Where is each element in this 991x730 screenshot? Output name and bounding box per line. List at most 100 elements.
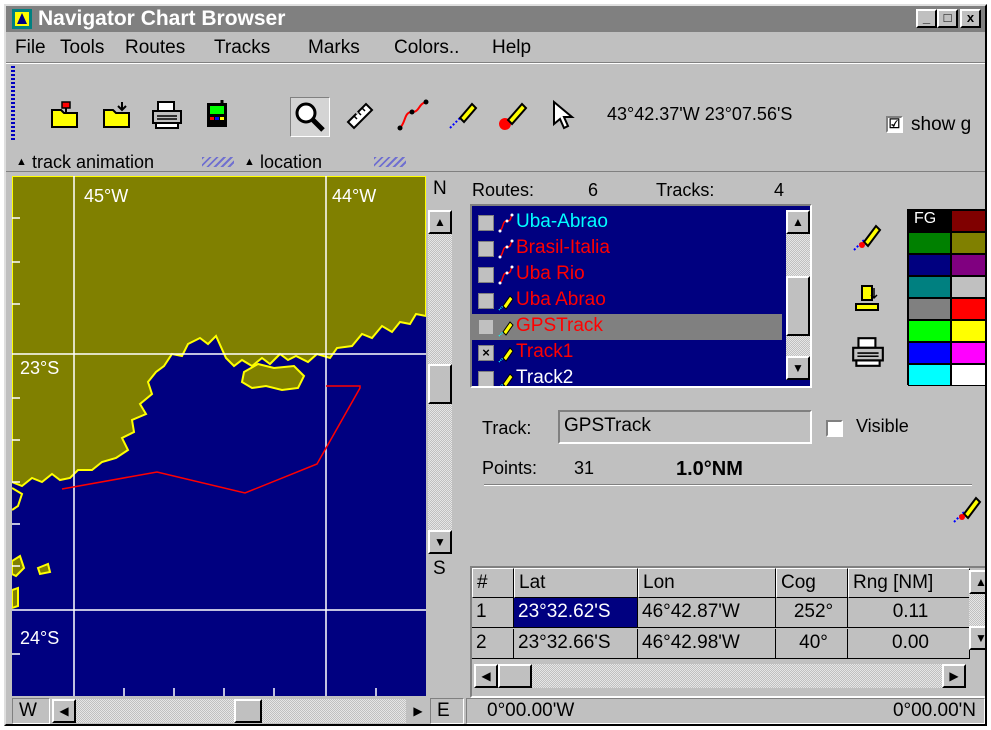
color-swatch[interactable] xyxy=(951,210,985,232)
print-icon[interactable] xyxy=(150,98,184,132)
title-bar[interactable]: Navigator Chart Browser _ □ x xyxy=(6,6,985,32)
table-cell[interactable]: 1 xyxy=(472,598,514,628)
edit-track-pen-icon[interactable] xyxy=(950,492,984,526)
column-header[interactable]: Lon xyxy=(638,568,776,598)
list-item[interactable]: Uba Abrao xyxy=(472,288,782,314)
track-points-table[interactable]: # Lat Lon Cog Rng [NM] 1 23°32.62'S 46°42.87'W 2… xyxy=(470,566,985,698)
menu-routes[interactable]: Routes xyxy=(125,37,185,59)
route-tool-icon[interactable] xyxy=(396,98,430,132)
ruler-measure-icon[interactable] xyxy=(344,98,378,132)
column-header[interactable]: Cog xyxy=(776,568,848,598)
list-item[interactable]: GPSTrack xyxy=(472,314,782,340)
table-scroll-up-button[interactable]: ▲ xyxy=(969,570,985,594)
band-location[interactable]: location xyxy=(260,152,322,173)
color-swatch[interactable] xyxy=(908,298,951,320)
item-visibility-checkbox[interactable] xyxy=(478,371,494,386)
gps-device-icon[interactable] xyxy=(200,98,234,132)
table-cell[interactable]: 46°42.98'W xyxy=(638,629,776,659)
list-item[interactable]: Track2 xyxy=(472,366,782,386)
menu-help[interactable]: Help xyxy=(492,37,531,59)
column-header[interactable]: # xyxy=(472,568,514,598)
color-swatch[interactable] xyxy=(951,342,985,364)
chart-map[interactable]: 45°W 44°W 23°S 24°S xyxy=(12,176,426,696)
minimize-button[interactable]: _ xyxy=(916,9,937,28)
table-cell[interactable]: 23°32.62'S xyxy=(514,598,638,628)
color-swatch[interactable] xyxy=(908,342,951,364)
status-bar: W ◀ ▶ E 0°00.00'W 0°00.00'N xyxy=(6,698,985,724)
list-item[interactable]: Uba-Abrao xyxy=(472,210,782,236)
menu-file[interactable]: File xyxy=(15,37,46,59)
expand-triangle-icon[interactable]: ▲ xyxy=(16,156,27,168)
band-track-animation[interactable]: track animation xyxy=(32,152,154,173)
chart-canvas[interactable] xyxy=(12,176,426,696)
download-gps-icon[interactable] xyxy=(850,280,884,314)
map-vertical-scrollbar[interactable]: N ▲ ▼ S xyxy=(426,176,454,696)
scroll-thumb[interactable] xyxy=(428,364,452,404)
color-swatch[interactable] xyxy=(951,232,985,254)
list-item[interactable]: Brasil-Italia xyxy=(472,236,782,262)
table-cell[interactable]: 0.00 xyxy=(848,629,970,659)
table-cell[interactable]: 23°32.66'S xyxy=(514,629,638,659)
list-scroll-up-button[interactable]: ▲ xyxy=(786,210,810,234)
column-header[interactable]: Lat xyxy=(514,568,638,598)
item-visibility-checkbox[interactable] xyxy=(478,241,494,257)
expand-triangle-icon[interactable]: ▲ xyxy=(244,156,255,168)
visible-checkbox[interactable] xyxy=(826,420,843,437)
maximize-button[interactable]: □ xyxy=(937,9,958,28)
track-name-field[interactable]: GPSTrack xyxy=(558,410,812,444)
table-scroll-track[interactable] xyxy=(969,594,985,626)
scroll-up-button[interactable]: ▲ xyxy=(428,210,452,234)
color-swatch[interactable] xyxy=(908,276,951,298)
table-hscroll-track[interactable] xyxy=(498,664,942,688)
color-swatch[interactable] xyxy=(951,254,985,276)
table-cell[interactable]: 0.11 xyxy=(848,598,970,628)
color-swatch[interactable] xyxy=(951,364,985,386)
table-cell[interactable]: 2 xyxy=(472,629,514,659)
color-swatch[interactable] xyxy=(908,232,951,254)
print-track-icon[interactable] xyxy=(850,334,886,370)
table-cell[interactable]: 46°42.87'W xyxy=(638,598,776,628)
menu-tracks[interactable]: Tracks xyxy=(214,37,270,59)
menu-marks[interactable]: Marks xyxy=(308,37,360,59)
show-grid-checkbox[interactable]: ☑ xyxy=(886,116,903,133)
column-header[interactable]: Rng [NM] xyxy=(848,568,970,598)
list-scroll-down-button[interactable]: ▼ xyxy=(786,356,810,380)
table-scroll-left-button[interactable]: ◀ xyxy=(474,664,498,688)
map-scroll-left-button[interactable]: ◀ xyxy=(52,699,76,723)
color-swatch[interactable] xyxy=(908,320,951,342)
pointer-arrow-icon[interactable] xyxy=(546,98,580,132)
item-visibility-checkbox[interactable] xyxy=(478,293,494,309)
color-swatch[interactable] xyxy=(951,320,985,342)
item-visibility-checkbox[interactable] xyxy=(478,267,494,283)
color-swatch[interactable] xyxy=(908,254,951,276)
table-scroll-right-button[interactable]: ▶ xyxy=(942,664,966,688)
track-tool-icon[interactable] xyxy=(446,98,480,132)
item-visibility-checkbox[interactable] xyxy=(478,319,494,335)
table-cell[interactable]: 252° xyxy=(776,598,848,628)
color-swatch[interactable] xyxy=(951,276,985,298)
table-scroll-down-button[interactable]: ▼ xyxy=(969,626,985,650)
menu-colors[interactable]: Colors.. xyxy=(394,37,459,59)
table-cell[interactable]: 40° xyxy=(776,629,848,659)
list-scroll-thumb[interactable] xyxy=(786,276,810,336)
track-color-pen-icon[interactable] xyxy=(850,220,884,254)
marker-tool-icon[interactable] xyxy=(496,98,530,132)
zoom-tool-button[interactable] xyxy=(290,97,330,137)
open-folder-icon[interactable] xyxy=(48,98,82,132)
save-folder-icon[interactable] xyxy=(100,98,134,132)
toolbar-grip[interactable] xyxy=(11,66,15,142)
west-label: W xyxy=(12,698,50,724)
color-swatch[interactable] xyxy=(908,364,951,386)
item-visibility-checkbox[interactable] xyxy=(478,215,494,231)
menu-tools[interactable]: Tools xyxy=(60,37,104,59)
color-swatch[interactable] xyxy=(951,298,985,320)
map-scroll-right-arrow-icon[interactable]: ▶ xyxy=(408,699,428,723)
list-item[interactable]: × Track1 xyxy=(472,340,782,366)
list-item[interactable]: Uba Rio xyxy=(472,262,782,288)
close-button[interactable]: x xyxy=(960,9,981,28)
map-hscroll-thumb[interactable] xyxy=(234,699,262,723)
scroll-down-button[interactable]: ▼ xyxy=(428,530,452,554)
table-hscroll-thumb[interactable] xyxy=(498,664,532,688)
routes-tracks-list[interactable]: Uba-Abrao Brasil-Italia Uba Rio Uba Abrao GP… xyxy=(470,204,812,388)
item-visibility-checkbox[interactable]: × xyxy=(478,345,494,361)
